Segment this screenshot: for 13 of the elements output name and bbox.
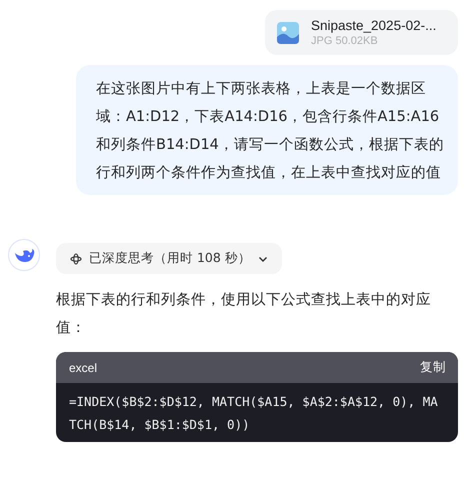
thinking-toggle[interactable]: 已深度思考（用时 108 秒） [56, 243, 282, 274]
code-line: TCH(B$14, $B$1:$D$1, 0)) [69, 416, 251, 434]
atom-icon [70, 252, 82, 264]
user-message: 在这张图片中有上下两张表格，上表是一个数据区域：A1:D12，下表A14:D16，包含行条件A15:A16和列条件B14:D14，请写一个函数公式，根据下表的行和列两个条件作为查找值，在上表中查找对应的值 [76, 65, 458, 195]
code-language: excel [69, 360, 98, 374]
answer-text: 根据下表的行和列条件，使用以下公式查找上表中的对应值： [56, 290, 432, 338]
file-name: Snipaste_2025-02-... [311, 18, 436, 33]
file-size: JPG 50.02KB [311, 35, 379, 47]
attachment-card[interactable]: Snipaste_2025-02-... JPG 50.02KB [265, 10, 458, 55]
code-line: =INDEX($B$2:$D$12, MATCH($A15, $A$2:$A$12, 0), MA [69, 393, 439, 411]
whale-avatar-icon [8, 239, 40, 271]
image-file-icon [277, 22, 299, 44]
copy-button[interactable]: 复制 [420, 359, 446, 376]
